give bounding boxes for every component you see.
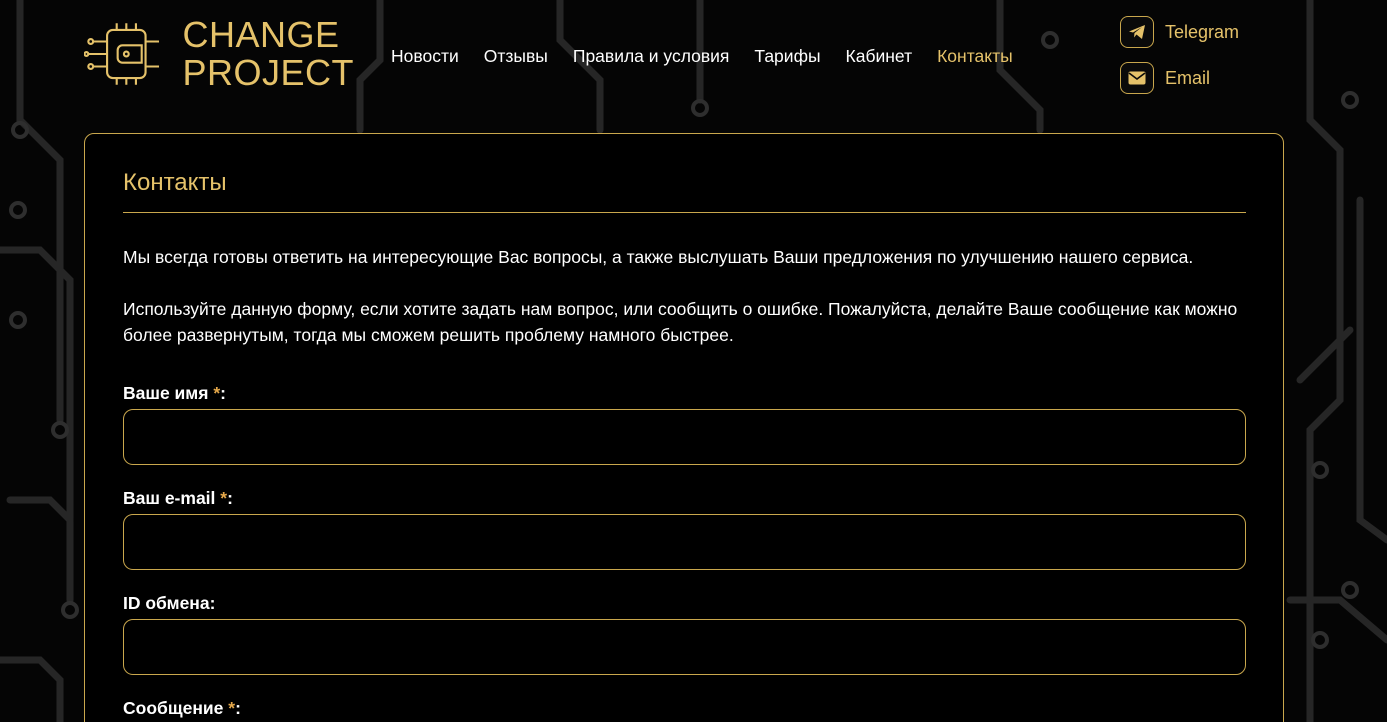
name-label: Ваше имя *: <box>123 383 226 403</box>
wallet-chip-icon <box>84 23 160 85</box>
telegram-icon <box>1120 16 1154 48</box>
page-title: Контакты <box>123 169 227 196</box>
telegram-label: Telegram <box>1165 21 1240 42</box>
email-field-label: Ваш e-mail *: <box>123 488 233 508</box>
contacts-card: Контакты Мы всегда готовы ответить на ин… <box>84 133 1284 722</box>
intro-text-1: Мы всегда готовы ответить на интересующи… <box>123 247 1194 267</box>
exchange-id-input[interactable] <box>123 619 1246 675</box>
label-colon: : <box>220 383 226 403</box>
logo-line-1: CHANGE <box>182 14 340 55</box>
exchange-id-label: ID обмена: <box>123 593 216 613</box>
main-nav: Новости Отзывы Правила и условия Тарифы … <box>391 44 1038 68</box>
email-label: Email <box>1165 67 1211 88</box>
logo-line-2: PROJECT <box>182 52 354 93</box>
site-logo[interactable]: CHANGE PROJECT <box>84 14 354 94</box>
nav-item-reviews[interactable]: Отзывы <box>484 44 548 68</box>
site-header: CHANGE PROJECT Новости Отзывы Правила и … <box>0 0 1387 120</box>
email-link[interactable]: Email <box>1120 62 1239 94</box>
name-label-text: Ваше имя <box>123 383 214 403</box>
logo-wordmark: CHANGE PROJECT <box>182 16 354 92</box>
nav-item-tariffs[interactable]: Тарифы <box>754 44 820 68</box>
telegram-link[interactable]: Telegram <box>1120 16 1239 48</box>
nav-item-rules[interactable]: Правила и условия <box>573 44 730 68</box>
nav-item-news[interactable]: Новости <box>391 44 459 68</box>
header-contacts: Telegram Email <box>1120 16 1239 108</box>
contact-form: Ваше имя *: Ваш e-mail *: ID обмена: Соо… <box>123 381 1246 720</box>
label-colon: : <box>227 488 233 508</box>
message-label-text: Сообщение <box>123 698 229 718</box>
nav-item-contacts[interactable]: Контакты <box>937 44 1013 68</box>
intro-text-2: Используйте данную форму, если хотите за… <box>123 299 1238 345</box>
envelope-icon <box>1120 62 1154 94</box>
label-colon: : <box>235 698 241 718</box>
email-input[interactable] <box>123 514 1246 570</box>
nav-item-cabinet[interactable]: Кабинет <box>846 44 913 68</box>
email-label-text: Ваш e-mail <box>123 488 221 508</box>
name-input[interactable] <box>123 409 1246 465</box>
message-label: Сообщение *: <box>123 698 241 718</box>
title-divider <box>123 212 1246 213</box>
